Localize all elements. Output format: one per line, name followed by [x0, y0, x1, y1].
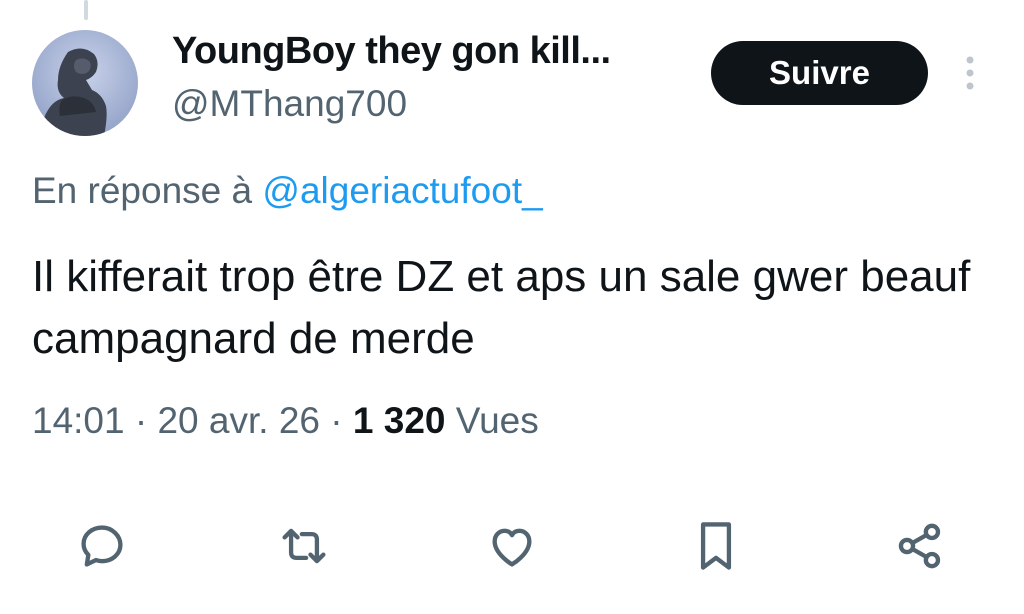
follow-button[interactable]: Suivre [711, 41, 928, 105]
views-count: 1 320 [352, 400, 446, 441]
views-label: Vues [455, 400, 539, 441]
avatar[interactable] [32, 30, 138, 136]
reply-button[interactable] [74, 518, 130, 574]
like-button[interactable] [484, 518, 540, 574]
thread-connector-line [84, 0, 88, 20]
tweet-date[interactable]: 20 avr. 26 [157, 400, 320, 441]
bookmark-icon [700, 522, 732, 570]
reply-context: En réponse à @algeriactufoot_ [32, 170, 543, 212]
heart-icon [492, 528, 532, 567]
share-button[interactable] [892, 518, 948, 574]
author-handle[interactable]: @MThang700 [172, 83, 407, 125]
author-display-name[interactable]: YoungBoy they gon kill... [172, 30, 611, 73]
reply-mention-link[interactable]: @algeriactufoot_ [262, 170, 542, 211]
meta-separator: · [330, 400, 343, 441]
retweet-icon [282, 528, 326, 564]
tweet-meta: 14:01 · 20 avr. 26 · 1 320 Vues [32, 400, 539, 442]
tweet-text: Il kifferait trop être DZ et aps un sale… [32, 252, 971, 363]
more-vertical-icon[interactable] [958, 54, 982, 94]
share-icon [898, 523, 941, 569]
statue-avatar-icon [32, 30, 138, 136]
meta-separator: · [134, 400, 148, 441]
comment-icon [81, 525, 123, 567]
bookmark-button[interactable] [688, 518, 744, 574]
reply-prefix: En réponse à [32, 170, 253, 211]
retweet-button[interactable] [276, 518, 332, 574]
tweet-time[interactable]: 14:01 [32, 400, 125, 441]
